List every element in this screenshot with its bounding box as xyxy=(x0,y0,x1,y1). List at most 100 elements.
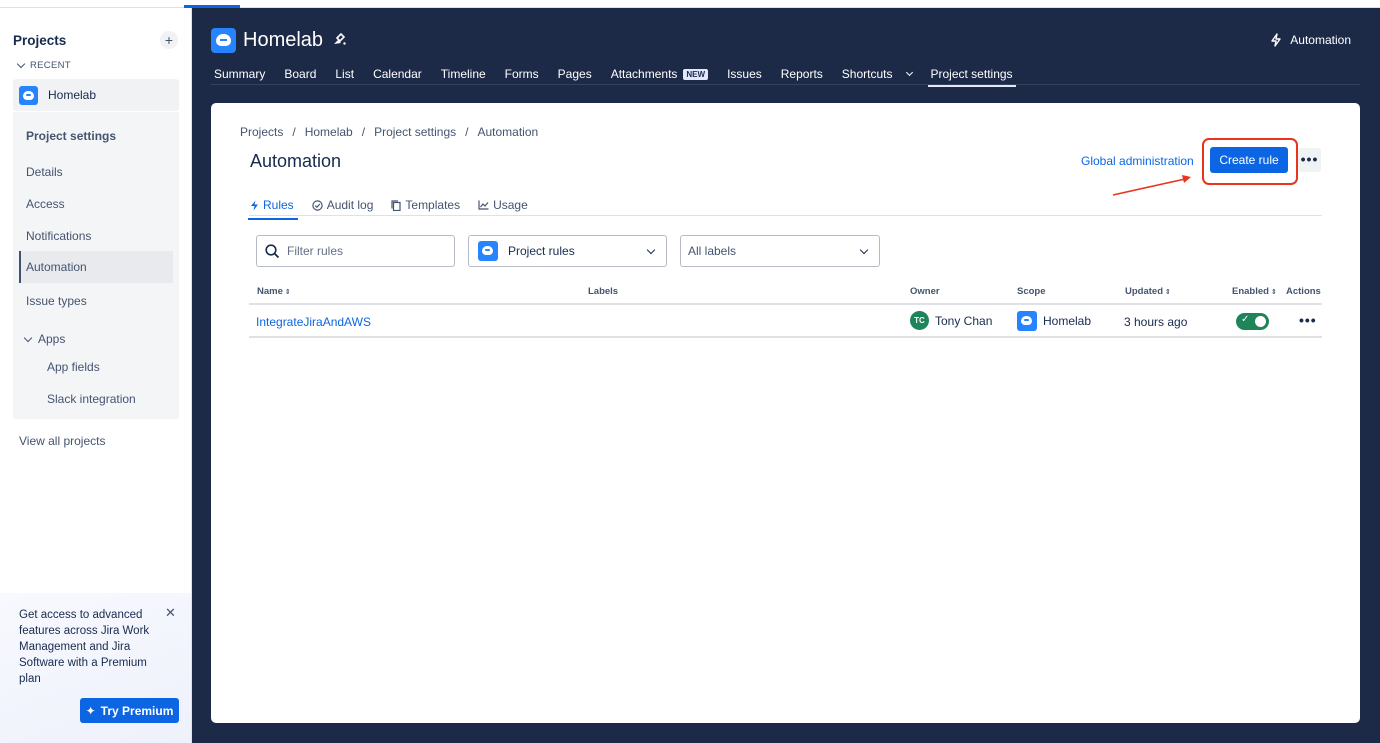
top-strip xyxy=(0,0,1380,8)
tab-list[interactable]: List xyxy=(335,63,354,85)
tab-board[interactable]: Board xyxy=(284,63,316,85)
sidebar-item-issue-types[interactable]: Issue types xyxy=(26,294,87,308)
filter-rules-input[interactable]: Filter rules xyxy=(256,235,455,267)
project-avatar-icon xyxy=(1017,311,1037,331)
scope-name: Homelab xyxy=(1043,314,1092,328)
add-project-button[interactable]: + xyxy=(160,31,178,49)
column-header-actions: Actions xyxy=(1286,286,1321,297)
rule-name-link[interactable]: IntegrateJiraAndAWS xyxy=(256,315,371,329)
sidebar-project-label: Homelab xyxy=(48,88,97,102)
breadcrumb-separator: / xyxy=(465,125,469,139)
tab-rules[interactable]: Rules xyxy=(248,196,298,220)
tab-reports[interactable]: Reports xyxy=(781,63,823,85)
chevron-down-icon xyxy=(905,68,913,77)
automation-tabs: Rules Audit log Templates Usage xyxy=(248,196,528,220)
sidebar-item-app-fields[interactable]: App fields xyxy=(47,360,100,374)
breadcrumb-project-settings[interactable]: Project settings xyxy=(374,125,456,139)
project-avatar-icon xyxy=(478,241,498,261)
check-circle-icon xyxy=(311,199,323,211)
project-avatar-icon xyxy=(19,85,38,105)
automation-header-button[interactable]: Automation xyxy=(1270,33,1351,47)
sidebar-item-slack-integration[interactable]: Slack integration xyxy=(47,392,136,406)
breadcrumb-separator: / xyxy=(292,125,296,139)
scope-select[interactable]: Project rules xyxy=(468,235,667,267)
lightning-icon xyxy=(251,200,258,210)
tabs-divider xyxy=(249,215,1322,216)
search-icon xyxy=(265,243,280,258)
sidebar-item-apps[interactable]: Apps xyxy=(23,332,66,346)
tab-audit-log-label: Audit log xyxy=(326,198,374,212)
create-rule-button[interactable]: Create rule xyxy=(1210,147,1288,173)
tab-templates-label: Templates xyxy=(405,198,461,212)
sidebar: Projects + RECENT Homelab Project settin… xyxy=(0,8,192,743)
global-administration-link[interactable]: Global administration xyxy=(1081,154,1194,168)
sidebar-title: Projects xyxy=(13,33,67,48)
rule-updated: 3 hours ago xyxy=(1124,315,1188,329)
tab-attachments-label: Attachments xyxy=(610,67,678,81)
paint-brush-icon[interactable] xyxy=(332,32,346,50)
sidebar-item-access[interactable]: Access xyxy=(26,197,65,211)
filter-rules-placeholder: Filter rules xyxy=(287,244,344,258)
copy-icon xyxy=(391,199,401,211)
project-avatar-icon xyxy=(211,28,236,53)
tab-forms[interactable]: Forms xyxy=(505,63,539,85)
project-settings-heading: Project settings xyxy=(26,129,117,143)
recent-label: RECENT xyxy=(30,60,71,71)
try-premium-button[interactable]: ✦ Try Premium xyxy=(80,698,179,723)
sidebar-item-details[interactable]: Details xyxy=(26,165,63,179)
labels-select[interactable]: All labels xyxy=(680,235,880,267)
project-title: Homelab xyxy=(243,29,324,51)
sparkle-icon: ✦ xyxy=(85,703,96,718)
breadcrumb-automation[interactable]: Automation xyxy=(477,125,538,139)
column-header-scope: Scope xyxy=(1017,286,1046,297)
breadcrumb-separator: / xyxy=(361,125,366,139)
tab-timeline[interactable]: Timeline xyxy=(441,63,486,85)
plus-icon: + xyxy=(164,32,174,48)
breadcrumb-projects[interactable]: Projects xyxy=(240,125,283,139)
scope-select-value: Project rules xyxy=(508,244,575,258)
tab-templates[interactable]: Templates xyxy=(391,196,460,214)
row-actions-button[interactable]: ••• xyxy=(1299,312,1317,328)
sidebar-item-automation-label: Automation xyxy=(26,260,87,274)
sidebar-item-apps-label: Apps xyxy=(38,332,66,346)
breadcrumb-homelab[interactable]: Homelab xyxy=(305,125,353,139)
column-header-name[interactable]: Name ⇕ xyxy=(257,286,291,297)
project-nav: Summary Board List Calendar Timeline For… xyxy=(214,63,1032,87)
breadcrumb: Projects / Homelab / Project settings / … xyxy=(240,125,538,139)
recent-section-toggle[interactable]: RECENT xyxy=(16,59,71,71)
sidebar-item-notifications[interactable]: Notifications xyxy=(26,229,91,243)
column-header-owner: Owner xyxy=(910,286,940,297)
column-header-updated[interactable]: Updated ⇕ xyxy=(1125,286,1171,297)
tab-usage[interactable]: Usage xyxy=(478,196,528,214)
tab-calendar[interactable]: Calendar xyxy=(373,63,422,85)
column-header-enabled[interactable]: Enabled ⇕ xyxy=(1232,286,1277,297)
tab-audit-log[interactable]: Audit log xyxy=(311,196,374,214)
tab-attachments[interactable]: Attachments NEW xyxy=(610,63,709,85)
lightning-icon xyxy=(1271,33,1281,47)
automation-header-label: Automation xyxy=(1290,33,1351,47)
rule-scope: Homelab xyxy=(1017,311,1091,331)
project-settings-panel: Project settings Details Access Notifica… xyxy=(13,112,179,419)
column-header-labels: Labels xyxy=(588,286,619,297)
tab-rules-label: Rules xyxy=(263,198,294,212)
tab-shortcuts[interactable]: Shortcuts xyxy=(842,63,913,85)
tab-project-settings[interactable]: Project settings xyxy=(927,63,1016,87)
annotation-arrow xyxy=(1112,175,1191,196)
labels-select-value: All labels xyxy=(688,244,737,258)
more-options-button[interactable]: ••• xyxy=(1298,148,1321,172)
rule-enabled-toggle[interactable]: ✓ xyxy=(1236,313,1269,330)
tab-issues[interactable]: Issues xyxy=(727,63,762,85)
sidebar-project-homelab[interactable]: Homelab xyxy=(13,79,179,111)
view-all-projects-link[interactable]: View all projects xyxy=(19,434,105,448)
tab-pages[interactable]: Pages xyxy=(558,63,592,85)
close-icon[interactable]: ✕ xyxy=(165,605,176,621)
sidebar-item-automation[interactable]: Automation xyxy=(19,251,173,283)
check-icon: ✓ xyxy=(1241,314,1250,325)
nav-divider xyxy=(211,84,1360,85)
avatar: TC xyxy=(910,311,929,330)
chevron-down-icon xyxy=(16,59,26,69)
chevron-down-icon xyxy=(646,245,656,255)
chevron-down-icon xyxy=(23,333,33,342)
tab-summary[interactable]: Summary xyxy=(214,63,265,85)
tab-usage-label: Usage xyxy=(493,198,528,212)
